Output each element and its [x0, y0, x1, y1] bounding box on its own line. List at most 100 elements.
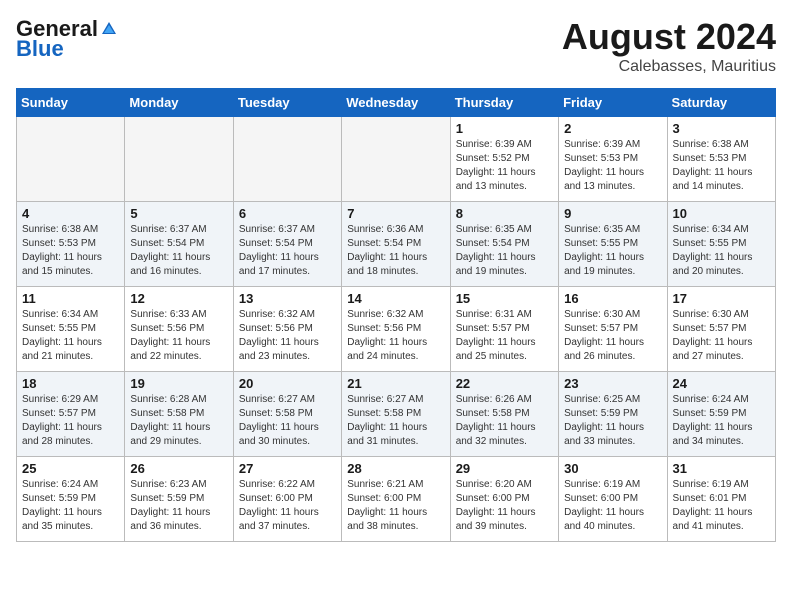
weekday-tuesday: Tuesday: [233, 89, 341, 117]
calendar-cell: 12 Sunrise: 6:33 AMSunset: 5:56 PMDayligh…: [125, 287, 233, 372]
day-info: Sunrise: 6:30 AMSunset: 5:57 PMDaylight:…: [564, 308, 661, 364]
day-number: 7: [347, 206, 444, 221]
day-number: 22: [456, 376, 553, 391]
calendar-cell: 23Sunrise: 6:25 AMSunset: 5:59 PMDayligh…: [559, 372, 667, 457]
day-info: Sunrise: 6:32 AMSunset: 5:56 PMDaylight:…: [347, 308, 444, 364]
week-row-1: 1 Sunrise: 6:39 AMSunset: 5:52 PMDaylight…: [17, 117, 776, 202]
weekday-saturday: Saturday: [667, 89, 775, 117]
day-info: Sunrise: 6:30 AMSunset: 5:57 PMDaylight:…: [673, 308, 770, 364]
calendar-cell: 28Sunrise: 6:21 AMSunset: 6:00 PMDayligh…: [342, 457, 450, 542]
title-area: August 2024 Calebasses, Mauritius: [562, 16, 776, 76]
day-number: 12: [130, 291, 227, 306]
location: Calebasses, Mauritius: [562, 58, 776, 76]
weekday-monday: Monday: [125, 89, 233, 117]
calendar-table: SundayMondayTuesdayWednesdayThursdayFrid…: [16, 88, 776, 542]
calendar-cell: 11 Sunrise: 6:34 AMSunset: 5:55 PMDayligh…: [17, 287, 125, 372]
day-number: 3: [673, 121, 770, 136]
month-year: August 2024: [562, 16, 776, 58]
calendar-cell: 26 Sunrise: 6:23 AMSunset: 5:59 PMDayligh…: [125, 457, 233, 542]
day-info: Sunrise: 6:37 AMSunset: 5:54 PMDaylight:…: [239, 223, 336, 279]
day-number: 15: [456, 291, 553, 306]
day-number: 14: [347, 291, 444, 306]
calendar-cell: 25 Sunrise: 6:24 AMSunset: 5:59 PMDayligh…: [17, 457, 125, 542]
day-info: Sunrise: 6:33 AMSunset: 5:56 PMDaylight:…: [130, 308, 227, 364]
day-number: 24: [673, 376, 770, 391]
weekday-wednesday: Wednesday: [342, 89, 450, 117]
calendar-cell: 20 Sunrise: 6:27 AMSunset: 5:58 PMDayligh…: [233, 372, 341, 457]
calendar-cell: 27 Sunrise: 6:22 AMSunset: 6:00 PMDayligh…: [233, 457, 341, 542]
day-number: 21: [347, 376, 444, 391]
day-info: Sunrise: 6:34 AMSunset: 5:55 PMDaylight:…: [22, 308, 119, 364]
day-number: 17: [673, 291, 770, 306]
weekday-header-row: SundayMondayTuesdayWednesdayThursdayFrid…: [17, 89, 776, 117]
day-info: Sunrise: 6:27 AMSunset: 5:58 PMDaylight:…: [347, 393, 444, 449]
calendar-cell: 9 Sunrise: 6:35 AMSunset: 5:55 PMDaylight…: [559, 202, 667, 287]
day-info: Sunrise: 6:31 AMSunset: 5:57 PMDaylight:…: [456, 308, 553, 364]
day-number: 20: [239, 376, 336, 391]
weekday-sunday: Sunday: [17, 89, 125, 117]
day-number: 16: [564, 291, 661, 306]
week-row-4: 18 Sunrise: 6:29 AMSunset: 5:57 PMDayligh…: [17, 372, 776, 457]
day-info: Sunrise: 6:28 AMSunset: 5:58 PMDaylight:…: [130, 393, 227, 449]
weekday-thursday: Thursday: [450, 89, 558, 117]
calendar-cell: 3 Sunrise: 6:38 AMSunset: 5:53 PMDaylight…: [667, 117, 775, 202]
calendar-cell: 18 Sunrise: 6:29 AMSunset: 5:57 PMDayligh…: [17, 372, 125, 457]
day-number: 9: [564, 206, 661, 221]
day-info: Sunrise: 6:38 AMSunset: 5:53 PMDaylight:…: [22, 223, 119, 279]
calendar-cell: 21 Sunrise: 6:27 AMSunset: 5:58 PMDayligh…: [342, 372, 450, 457]
calendar-cell: 19Sunrise: 6:28 AMSunset: 5:58 PMDayligh…: [125, 372, 233, 457]
day-number: 27: [239, 461, 336, 476]
day-number: 26: [130, 461, 227, 476]
day-number: 31: [673, 461, 770, 476]
calendar-cell: 22 Sunrise: 6:26 AMSunset: 5:58 PMDayligh…: [450, 372, 558, 457]
day-number: 25: [22, 461, 119, 476]
calendar-cell: 7Sunrise: 6:36 AMSunset: 5:54 PMDaylight…: [342, 202, 450, 287]
day-number: 18: [22, 376, 119, 391]
page-header: General Blue August 2024 Calebasses, Mau…: [16, 16, 776, 76]
calendar-cell: 31 Sunrise: 6:19 AMSunset: 6:01 PMDayligh…: [667, 457, 775, 542]
day-info: Sunrise: 6:26 AMSunset: 5:58 PMDaylight:…: [456, 393, 553, 449]
day-info: Sunrise: 6:20 AMSunset: 6:00 PMDaylight:…: [456, 478, 553, 534]
calendar-cell: 4 Sunrise: 6:38 AMSunset: 5:53 PMDaylight…: [17, 202, 125, 287]
day-info: Sunrise: 6:25 AMSunset: 5:59 PMDaylight:…: [564, 393, 661, 449]
calendar-cell: 8Sunrise: 6:35 AMSunset: 5:54 PMDaylight…: [450, 202, 558, 287]
day-info: Sunrise: 6:34 AMSunset: 5:55 PMDaylight:…: [673, 223, 770, 279]
calendar-cell: 5 Sunrise: 6:37 AMSunset: 5:54 PMDaylight…: [125, 202, 233, 287]
day-info: Sunrise: 6:19 AMSunset: 6:00 PMDaylight:…: [564, 478, 661, 534]
calendar-cell: 2 Sunrise: 6:39 AMSunset: 5:53 PMDaylight…: [559, 117, 667, 202]
day-info: Sunrise: 6:39 AMSunset: 5:53 PMDaylight:…: [564, 138, 661, 194]
calendar-cell: 10 Sunrise: 6:34 AMSunset: 5:55 PMDayligh…: [667, 202, 775, 287]
day-info: Sunrise: 6:35 AMSunset: 5:54 PMDaylight:…: [456, 223, 553, 279]
day-number: 2: [564, 121, 661, 136]
calendar-cell: 16 Sunrise: 6:30 AMSunset: 5:57 PMDayligh…: [559, 287, 667, 372]
calendar-cell: [125, 117, 233, 202]
calendar-cell: 1 Sunrise: 6:39 AMSunset: 5:52 PMDaylight…: [450, 117, 558, 202]
day-number: 1: [456, 121, 553, 136]
day-info: Sunrise: 6:22 AMSunset: 6:00 PMDaylight:…: [239, 478, 336, 534]
day-info: Sunrise: 6:38 AMSunset: 5:53 PMDaylight:…: [673, 138, 770, 194]
calendar-cell: [233, 117, 341, 202]
day-number: 29: [456, 461, 553, 476]
day-info: Sunrise: 6:37 AMSunset: 5:54 PMDaylight:…: [130, 223, 227, 279]
day-info: Sunrise: 6:27 AMSunset: 5:58 PMDaylight:…: [239, 393, 336, 449]
logo-blue-text: Blue: [16, 36, 64, 62]
day-info: Sunrise: 6:23 AMSunset: 5:59 PMDaylight:…: [130, 478, 227, 534]
day-info: Sunrise: 6:32 AMSunset: 5:56 PMDaylight:…: [239, 308, 336, 364]
day-number: 5: [130, 206, 227, 221]
day-number: 6: [239, 206, 336, 221]
day-number: 30: [564, 461, 661, 476]
calendar-cell: [17, 117, 125, 202]
day-info: Sunrise: 6:19 AMSunset: 6:01 PMDaylight:…: [673, 478, 770, 534]
day-number: 11: [22, 291, 119, 306]
day-number: 10: [673, 206, 770, 221]
day-info: Sunrise: 6:39 AMSunset: 5:52 PMDaylight:…: [456, 138, 553, 194]
week-row-3: 11 Sunrise: 6:34 AMSunset: 5:55 PMDayligh…: [17, 287, 776, 372]
day-number: 4: [22, 206, 119, 221]
day-info: Sunrise: 6:24 AMSunset: 5:59 PMDaylight:…: [22, 478, 119, 534]
week-row-2: 4 Sunrise: 6:38 AMSunset: 5:53 PMDaylight…: [17, 202, 776, 287]
day-info: Sunrise: 6:29 AMSunset: 5:57 PMDaylight:…: [22, 393, 119, 449]
day-info: Sunrise: 6:35 AMSunset: 5:55 PMDaylight:…: [564, 223, 661, 279]
calendar-cell: 14 Sunrise: 6:32 AMSunset: 5:56 PMDayligh…: [342, 287, 450, 372]
week-row-5: 25 Sunrise: 6:24 AMSunset: 5:59 PMDayligh…: [17, 457, 776, 542]
calendar-cell: 6 Sunrise: 6:37 AMSunset: 5:54 PMDaylight…: [233, 202, 341, 287]
